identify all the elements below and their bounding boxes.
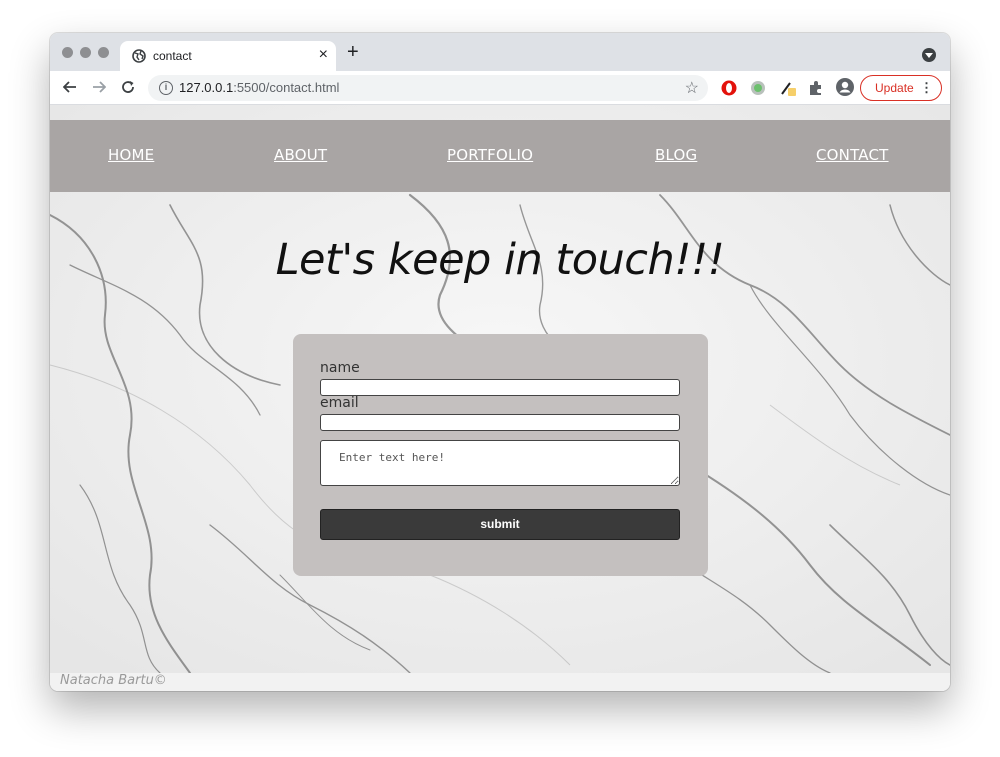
url-text[interactable]: 127.0.0.1:5500/contact.html: [179, 80, 339, 95]
tab-title: contact: [153, 49, 192, 63]
name-label: name: [320, 360, 360, 376]
update-label: Update: [875, 81, 914, 95]
green-dot-extension-icon[interactable]: [749, 79, 767, 97]
maximize-window-dot[interactable]: [98, 47, 109, 58]
puzzle-extensions-icon[interactable]: [807, 79, 825, 97]
nav-link-about[interactable]: ABOUT: [274, 146, 327, 164]
reload-icon: [122, 81, 134, 93]
browser-toolbar: i 127.0.0.1:5500/contact.html ☆ Update ⋮: [50, 71, 950, 105]
new-tab-button[interactable]: +: [347, 42, 359, 62]
browser-window: contact × + i 127.0.0.1:5500/contact.htm…: [50, 33, 950, 691]
nav-link-blog[interactable]: BLOG: [655, 146, 697, 164]
opera-extension-icon[interactable]: [720, 79, 738, 97]
globe-icon: [132, 49, 146, 63]
back-button[interactable]: [59, 76, 81, 98]
info-icon[interactable]: i: [159, 81, 173, 95]
close-tab-icon[interactable]: ×: [319, 46, 328, 64]
message-textarea[interactable]: [320, 440, 680, 486]
chrome-menu-icon[interactable]: ⋮: [920, 76, 933, 100]
eyedropper-extension-icon[interactable]: [779, 79, 797, 97]
bookmark-star-icon[interactable]: ☆: [685, 78, 699, 98]
back-arrow-icon: [62, 81, 76, 93]
name-input[interactable]: [320, 379, 680, 396]
close-window-dot[interactable]: [62, 47, 73, 58]
tab-strip: contact × +: [50, 33, 950, 71]
contact-form: name email submit: [293, 334, 708, 576]
profile-avatar-icon[interactable]: [835, 77, 855, 97]
email-input[interactable]: [320, 414, 680, 431]
browser-tab[interactable]: contact ×: [120, 41, 336, 71]
url-host: 127.0.0.1: [179, 80, 234, 95]
update-button[interactable]: Update ⋮: [860, 75, 942, 101]
nav-link-portfolio[interactable]: PORTFOLIO: [447, 146, 533, 164]
nav-link-contact[interactable]: CONTACT: [816, 146, 889, 164]
url-path: :5500/contact.html: [233, 80, 340, 95]
address-bar[interactable]: i 127.0.0.1:5500/contact.html ☆: [148, 75, 708, 101]
minimize-window-dot[interactable]: [80, 47, 91, 58]
forward-arrow-icon: [93, 81, 107, 93]
tab-search-icon[interactable]: [922, 48, 936, 62]
email-label: email: [320, 395, 359, 411]
reload-button[interactable]: [117, 76, 139, 98]
footer-credit: Natacha Bartu©: [60, 673, 167, 688]
nav-link-home[interactable]: HOME: [108, 146, 154, 164]
page-viewport: HOME ABOUT PORTFOLIO BLOG CONTACT Let's …: [50, 105, 950, 691]
site-nav: HOME ABOUT PORTFOLIO BLOG CONTACT: [50, 120, 950, 192]
submit-button[interactable]: submit: [320, 509, 680, 540]
forward-button[interactable]: [88, 76, 110, 98]
page-heading: Let's keep in touch!!!: [275, 235, 725, 285]
